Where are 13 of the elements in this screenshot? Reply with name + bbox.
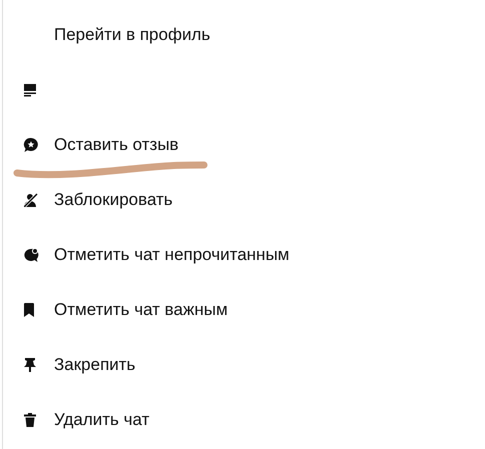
menu-item[interactable]: Оставить отзыв bbox=[54, 134, 179, 154]
menu-item[interactable]: Отметить чат важным bbox=[54, 300, 228, 320]
menu-item[interactable]: Перейти в профиль bbox=[54, 24, 210, 44]
crossed-person-icon bbox=[23, 192, 39, 208]
menu-item[interactable]: Отметить чат непрочитанным bbox=[54, 244, 290, 264]
pin-icon bbox=[23, 356, 37, 372]
menu-item[interactable]: Удалить чат bbox=[54, 410, 150, 430]
chat-star-icon bbox=[23, 136, 39, 152]
bookmark-icon bbox=[23, 302, 35, 318]
trash-icon bbox=[23, 412, 37, 428]
menu-item[interactable]: Заблокировать bbox=[54, 190, 173, 210]
screen-icon bbox=[23, 82, 37, 96]
menu-item[interactable]: Закрепить bbox=[54, 354, 136, 374]
